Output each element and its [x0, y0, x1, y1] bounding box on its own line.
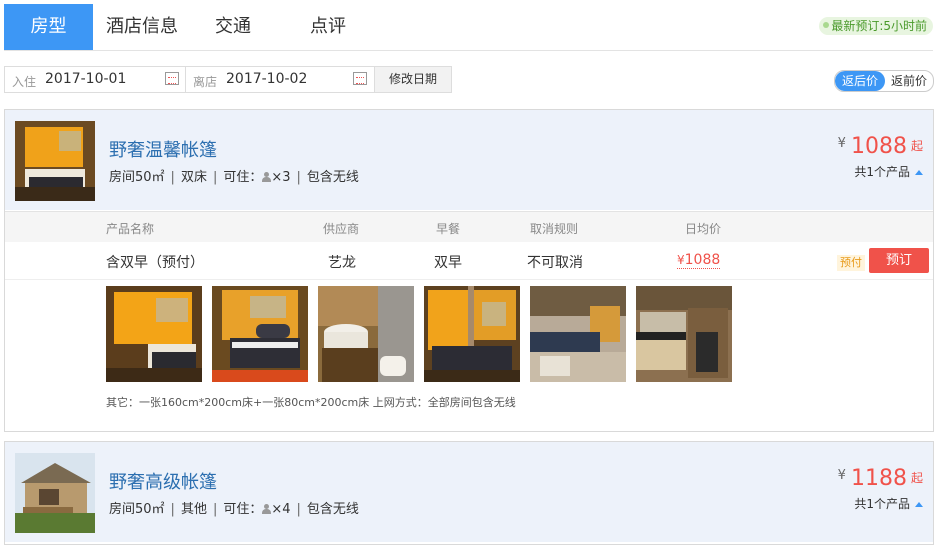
occupancy-label: 可住：: [223, 502, 263, 517]
price-from: 起: [910, 471, 923, 485]
col-product-name: 产品名称: [106, 222, 155, 236]
book-button[interactable]: 预订: [869, 248, 929, 273]
room-tabs: 房型 酒店信息 交通 点评 最新预订:5小时前: [4, 4, 933, 51]
room-area: 房间50㎡: [109, 170, 165, 185]
room-price: ¥ 1088 起 共1个产品: [838, 134, 923, 180]
checkout-field[interactable]: 离店 2017-10-02: [185, 66, 375, 93]
room-card: 野奢温馨帐篷 房间50㎡ | 双床 | 可住： ×3 | 包含无线 ¥ 1088 起 共1个产品…: [4, 109, 934, 432]
col-avg-price: 日均价: [685, 222, 722, 236]
product-breakfast: 双早: [434, 255, 462, 271]
tab-reviews[interactable]: 点评: [304, 4, 352, 50]
price-from: 起: [910, 139, 923, 153]
room-name[interactable]: 野奢高级帐篷: [109, 468, 217, 494]
checkout-label: 离店: [193, 75, 218, 89]
occupancy-label: 可住：: [223, 170, 263, 185]
bed-photo[interactable]: [212, 286, 308, 382]
currency-symbol: ¥: [677, 253, 685, 267]
room-thumbnail[interactable]: [15, 121, 95, 201]
occupancy: ×3: [271, 170, 291, 185]
product-row: 含双早（预付） 艺龙 双早 不可取消 ¥1088 预付 预订: [5, 242, 933, 280]
tub-photo[interactable]: [530, 286, 626, 382]
room-bed: 其他: [180, 502, 207, 517]
bedroom-photo[interactable]: [424, 286, 520, 382]
product-price-value: 1088: [684, 252, 721, 268]
price-value: 1188: [850, 466, 907, 491]
price-value: 1088: [850, 134, 907, 159]
price-toggle: 返后价 返前价: [834, 70, 934, 92]
tab-hotel-info[interactable]: 酒店信息: [104, 4, 180, 50]
wifi-info: 包含无线: [306, 170, 359, 185]
room-header: 野奢温馨帐篷 房间50㎡ | 双床 | 可住： ×3 | 包含无线 ¥ 1088 起 共1个产品: [5, 110, 933, 210]
after-rebate-price-toggle[interactable]: 返后价: [835, 71, 885, 91]
tab-rooms[interactable]: 房型: [4, 4, 93, 50]
product-name: 含双早（预付）: [106, 255, 204, 271]
checkin-date: 2017-10-01: [45, 71, 127, 87]
room-price: ¥ 1188 起 共1个产品: [838, 466, 923, 512]
prepay-badge: 预付: [837, 255, 865, 271]
tab-transport[interactable]: 交通: [209, 4, 257, 50]
currency-symbol: ¥: [837, 468, 846, 483]
room-thumbnail[interactable]: [15, 453, 95, 533]
before-rebate-price-toggle[interactable]: 返前价: [885, 71, 933, 91]
room-card: 野奢高级帐篷 房间50㎡ | 其他 | 可住： ×4 | 包含无线 ¥ 1188 起 共1个产品: [4, 441, 934, 545]
product-price[interactable]: ¥1088: [677, 252, 721, 269]
product-table-header: 产品名称 供应商 早餐 取消规则 日均价: [5, 211, 933, 242]
product-supplier: 艺龙: [328, 255, 356, 271]
kitchen-photo[interactable]: [636, 286, 732, 382]
col-breakfast: 早餐: [436, 222, 461, 236]
occupancy: ×4: [271, 502, 291, 517]
room-info: 房间50㎡ | 其他 | 可住： ×4 | 包含无线: [109, 502, 359, 517]
col-cancel-policy: 取消规则: [530, 222, 579, 236]
currency-symbol: ¥: [837, 136, 846, 151]
product-count-toggle[interactable]: 共1个产品: [838, 163, 923, 180]
room-header: 野奢高级帐篷 房间50㎡ | 其他 | 可住： ×4 | 包含无线 ¥ 1188 起 共1个产品: [5, 442, 933, 542]
room-info: 房间50㎡ | 双床 | 可住： ×3 | 包含无线: [109, 170, 359, 185]
room-bed: 双床: [180, 170, 207, 185]
checkin-field[interactable]: 入住 2017-10-01: [4, 66, 187, 93]
modify-date-button[interactable]: 修改日期: [374, 66, 452, 93]
checkout-date: 2017-10-02: [226, 71, 308, 87]
tent-interior-photo[interactable]: [106, 286, 202, 382]
bathroom-photo[interactable]: [318, 286, 414, 382]
room-name[interactable]: 野奢温馨帐篷: [109, 136, 217, 162]
recent-booking-badge: 最新预订:5小时前: [819, 17, 933, 35]
product-cancel: 不可取消: [527, 255, 583, 271]
room-other-info: 其它：一张160cm*200cm床+一张80cm*200cm床 上网方式：全部房…: [106, 396, 516, 409]
room-area: 房间50㎡: [109, 502, 165, 517]
person-icon: [262, 172, 272, 182]
checkin-label: 入住: [12, 75, 37, 89]
calendar-icon[interactable]: [353, 72, 367, 85]
calendar-icon[interactable]: [165, 72, 179, 85]
product-count-toggle[interactable]: 共1个产品: [838, 495, 923, 512]
col-supplier: 供应商: [323, 222, 360, 236]
person-icon: [262, 504, 272, 514]
wifi-info: 包含无线: [306, 502, 359, 517]
